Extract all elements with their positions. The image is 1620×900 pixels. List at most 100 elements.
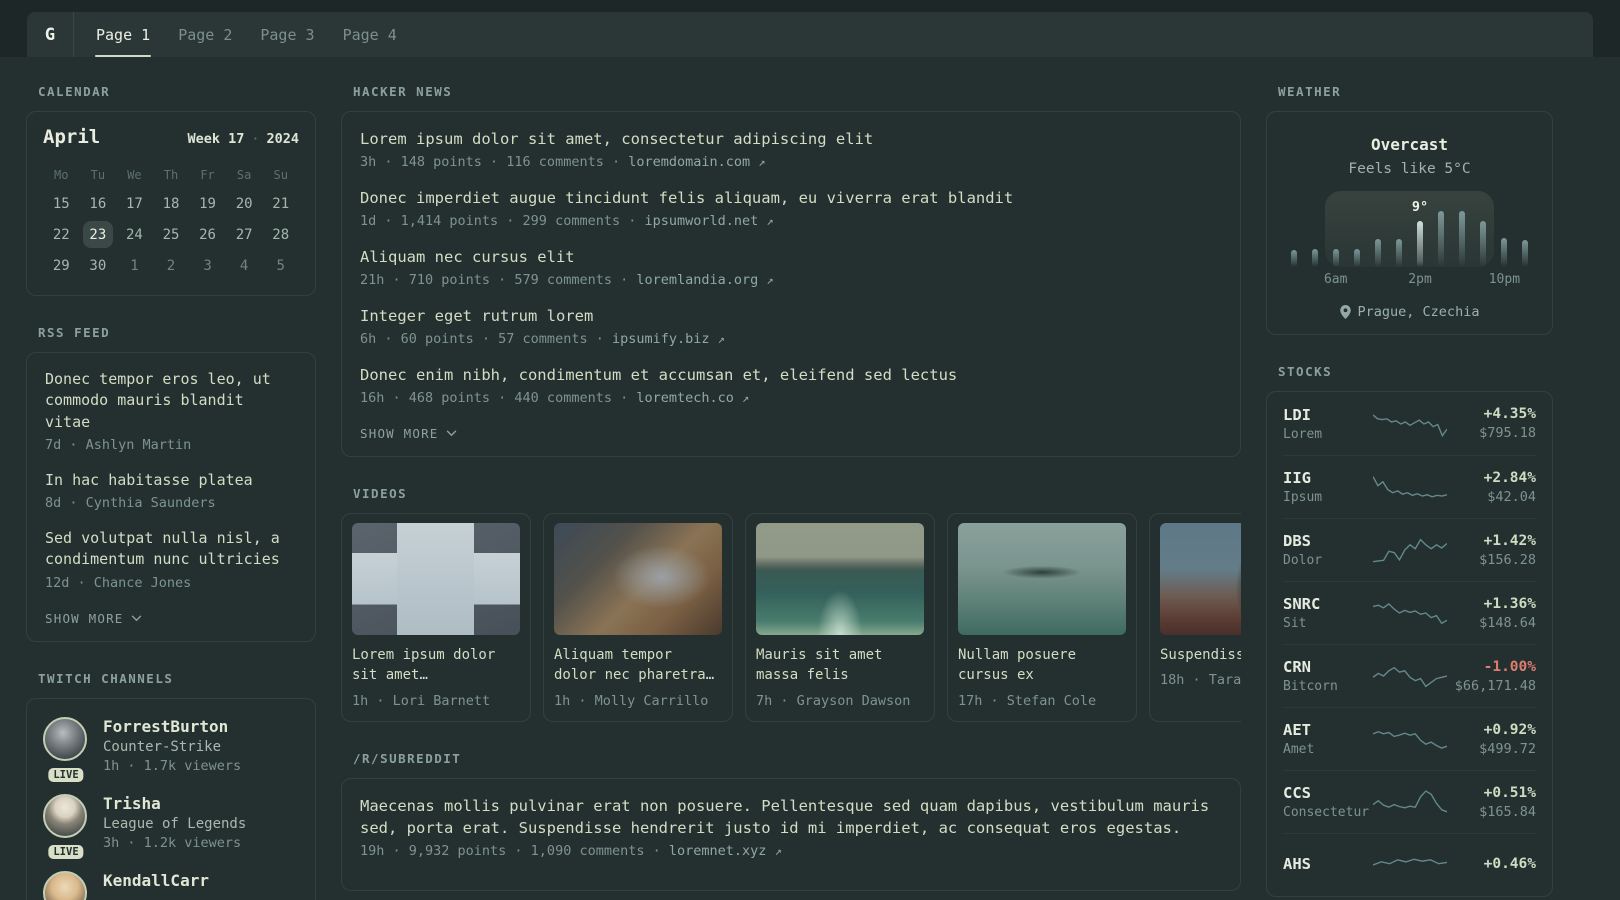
post-domain-link[interactable]: ipsumify.biz ↗ — [612, 331, 725, 347]
twitch-channel-name[interactable]: ForrestBurton — [103, 717, 241, 736]
calendar-day: 29 — [52, 257, 70, 274]
stock-id: DBS Dolor — [1283, 532, 1373, 568]
weather-axis: 6am 2pm 10pm — [1283, 272, 1536, 289]
page-tabs: Page 1 Page 2 Page 3 Page 4 — [74, 12, 411, 57]
post-domain-link[interactable]: loremlandia.org ↗ — [636, 272, 773, 288]
stock-row[interactable]: DBS Dolor +1.42% $156.28 — [1283, 518, 1536, 581]
weather-heading: WEATHER — [1278, 84, 1342, 99]
calendar-day: 2 — [166, 257, 176, 274]
rss-title[interactable]: Donec tempor eros leo, ut commodo mauris… — [45, 369, 297, 433]
post-title[interactable]: Lorem ipsum dolor sit amet, consectetur … — [360, 128, 1222, 150]
rss-item: Sed volutpat nulla nisl, a condimentum n… — [45, 528, 297, 591]
rss-widget: RSS FEED Donec tempor eros leo, ut commo… — [26, 325, 316, 642]
weather-card: Overcast Feels like 5°C 9° 6am 2pm 10pm Pr… — [1266, 111, 1553, 335]
nav-tab[interactable]: Page 1 — [82, 12, 164, 57]
weekday-row: Mo Tu We Th Fr Sa Su — [43, 162, 299, 188]
video-title[interactable]: Lorem ipsum dolor sit amet consectetu… — [352, 645, 520, 686]
stock-name: Ipsum — [1283, 490, 1323, 505]
weekday-label: Th — [163, 168, 179, 182]
post-meta: 1d · 1,414 points · 299 comments · ipsum… — [360, 213, 1222, 229]
video-card[interactable]: Mauris sit amet massa felis 7h · Grayson… — [745, 513, 935, 722]
stock-change: +2.84% — [1483, 469, 1536, 486]
stock-values: +4.35% $795.18 — [1447, 406, 1536, 441]
live-badge: LIVE — [48, 844, 84, 859]
videos-widget: VIDEOS Lorem ipsum dolor sit amet consec… — [341, 486, 1241, 722]
calendar-day: 21 — [272, 195, 290, 212]
stock-sparkline — [1372, 731, 1447, 749]
post-title[interactable]: Integer eget rutrum lorem — [360, 305, 1222, 327]
calendar-day: 23 — [82, 221, 114, 248]
rss-item: Donec tempor eros leo, ut commodo mauris… — [45, 369, 297, 453]
stock-change: +1.36% — [1483, 595, 1536, 612]
twitch-channel-name[interactable]: Trisha — [103, 794, 246, 813]
stock-values: +0.92% $499.72 — [1447, 722, 1536, 757]
video-meta: 17h · Stefan Cole — [958, 692, 1097, 709]
video-thumbnail[interactable] — [1160, 523, 1241, 635]
video-title[interactable]: Mauris sit amet massa felis — [756, 645, 924, 686]
video-card[interactable]: Nullam posuere cursus ex 17h · Stefan Co… — [947, 513, 1137, 722]
weekday-label: Tu — [90, 168, 106, 182]
stock-row[interactable]: AET Amet +0.92% $499.72 — [1283, 707, 1536, 770]
nav-tab[interactable]: Page 3 — [246, 12, 328, 57]
left-column: CALENDAR April Week 17 · 2024 Mo Tu We Th Fr Sa… — [26, 84, 316, 900]
stock-row[interactable]: LDI Lorem +4.35% $795.18 — [1283, 392, 1536, 455]
stock-values: +0.46% — [1447, 856, 1536, 875]
post-domain: loremdomain.com — [628, 154, 751, 170]
video-card[interactable]: Lorem ipsum dolor sit amet consectetu… 1… — [341, 513, 531, 722]
twitch-channel-name[interactable]: KendallCarr — [103, 871, 209, 890]
calendar-heading: CALENDAR — [38, 84, 111, 99]
video-card[interactable]: Aliquam tempor dolor nec pharetra… 1h · … — [543, 513, 733, 722]
temp-bar — [1522, 240, 1529, 267]
calendar-day: 27 — [235, 226, 253, 243]
stock-row[interactable]: IIG Ipsum +2.84% $42.04 — [1283, 455, 1536, 518]
rss-show-more-button[interactable]: SHOW MORE — [45, 611, 142, 626]
post-title[interactable]: Maecenas mollis pulvinar erat non posuer… — [360, 795, 1222, 839]
post-domain-link[interactable]: ipsumworld.net ↗ — [644, 213, 773, 229]
stock-sparkline — [1372, 666, 1447, 688]
stock-name: Amet — [1283, 742, 1315, 757]
video-title[interactable]: Suspendisse diam — [1160, 645, 1241, 665]
post-title[interactable]: Aliquam nec cursus elit — [360, 246, 1222, 268]
video-card[interactable]: Suspendisse diam 18h · Tara — [1149, 513, 1241, 722]
video-thumbnail[interactable] — [554, 523, 722, 635]
post-domain-link[interactable]: loremtech.co ↗ — [636, 390, 749, 406]
post-domain-link[interactable]: loremnet.xyz ↗ — [669, 843, 782, 859]
live-badge: LIVE — [48, 767, 84, 782]
calendar-day: 3 — [203, 257, 212, 274]
stock-change: +0.51% — [1483, 784, 1536, 801]
stock-row[interactable]: CCS Consectetur +0.51% $165.84 — [1283, 770, 1536, 833]
post-domain: loremnet.xyz — [668, 842, 767, 859]
post-domain-link[interactable]: loremdomain.com ↗ — [628, 154, 765, 170]
twitch-viewers: 3h · 1.2k viewers — [103, 834, 242, 851]
twitch-channel-row[interactable]: LIVE Trisha League of Legends 3h · 1.2k … — [43, 793, 299, 859]
chevron-down-icon — [446, 430, 456, 437]
video-thumbnail[interactable] — [756, 523, 924, 635]
rss-title[interactable]: Sed volutpat nulla nisl, a condimentum n… — [45, 528, 297, 571]
video-thumbnail[interactable] — [352, 523, 520, 635]
right-column: WEATHER Overcast Feels like 5°C 9° 6am 2p… — [1266, 84, 1553, 900]
post-title[interactable]: Donec imperdiet augue tincidunt felis al… — [360, 187, 1222, 209]
stock-row[interactable]: SNRC Sit +1.36% $148.64 — [1283, 581, 1536, 644]
twitch-avatar-wrap: LIVE — [43, 716, 89, 782]
video-title[interactable]: Nullam posuere cursus ex — [958, 645, 1126, 686]
post-title[interactable]: Donec enim nibh, condimentum et accumsan… — [360, 364, 1222, 386]
stock-id: IIG Ipsum — [1283, 469, 1373, 505]
stock-change: +4.35% — [1483, 406, 1536, 422]
video-thumbnail[interactable] — [958, 523, 1126, 635]
hackernews-show-more-button[interactable]: SHOW MORE — [360, 426, 457, 441]
weekday-label: We — [127, 168, 142, 182]
stock-row[interactable]: AHS +0.46% — [1283, 833, 1536, 896]
post-domain: ipsumify.biz — [611, 331, 710, 347]
twitch-channel-row[interactable]: LIVE ForrestBurton Counter-Strike 1h · 1… — [43, 716, 299, 782]
video-title[interactable]: Aliquam tempor dolor nec pharetra… — [554, 645, 722, 686]
stock-row[interactable]: CRN Bitcorn -1.00% $66,171.48 — [1283, 644, 1536, 707]
weather-feels-like: Feels like 5°C — [1348, 161, 1471, 177]
avatar — [43, 716, 87, 761]
rss-title[interactable]: In hac habitasse platea — [45, 470, 297, 491]
stock-price: $499.72 — [1479, 740, 1536, 757]
nav-tab[interactable]: Page 4 — [329, 12, 411, 57]
nav-tab[interactable]: Page 2 — [164, 12, 246, 57]
app-logo[interactable]: G — [27, 12, 74, 57]
twitch-channel-row[interactable]: LIVE KendallCarr — [43, 870, 299, 900]
twitch-channel-info: KendallCarr — [103, 871, 209, 900]
